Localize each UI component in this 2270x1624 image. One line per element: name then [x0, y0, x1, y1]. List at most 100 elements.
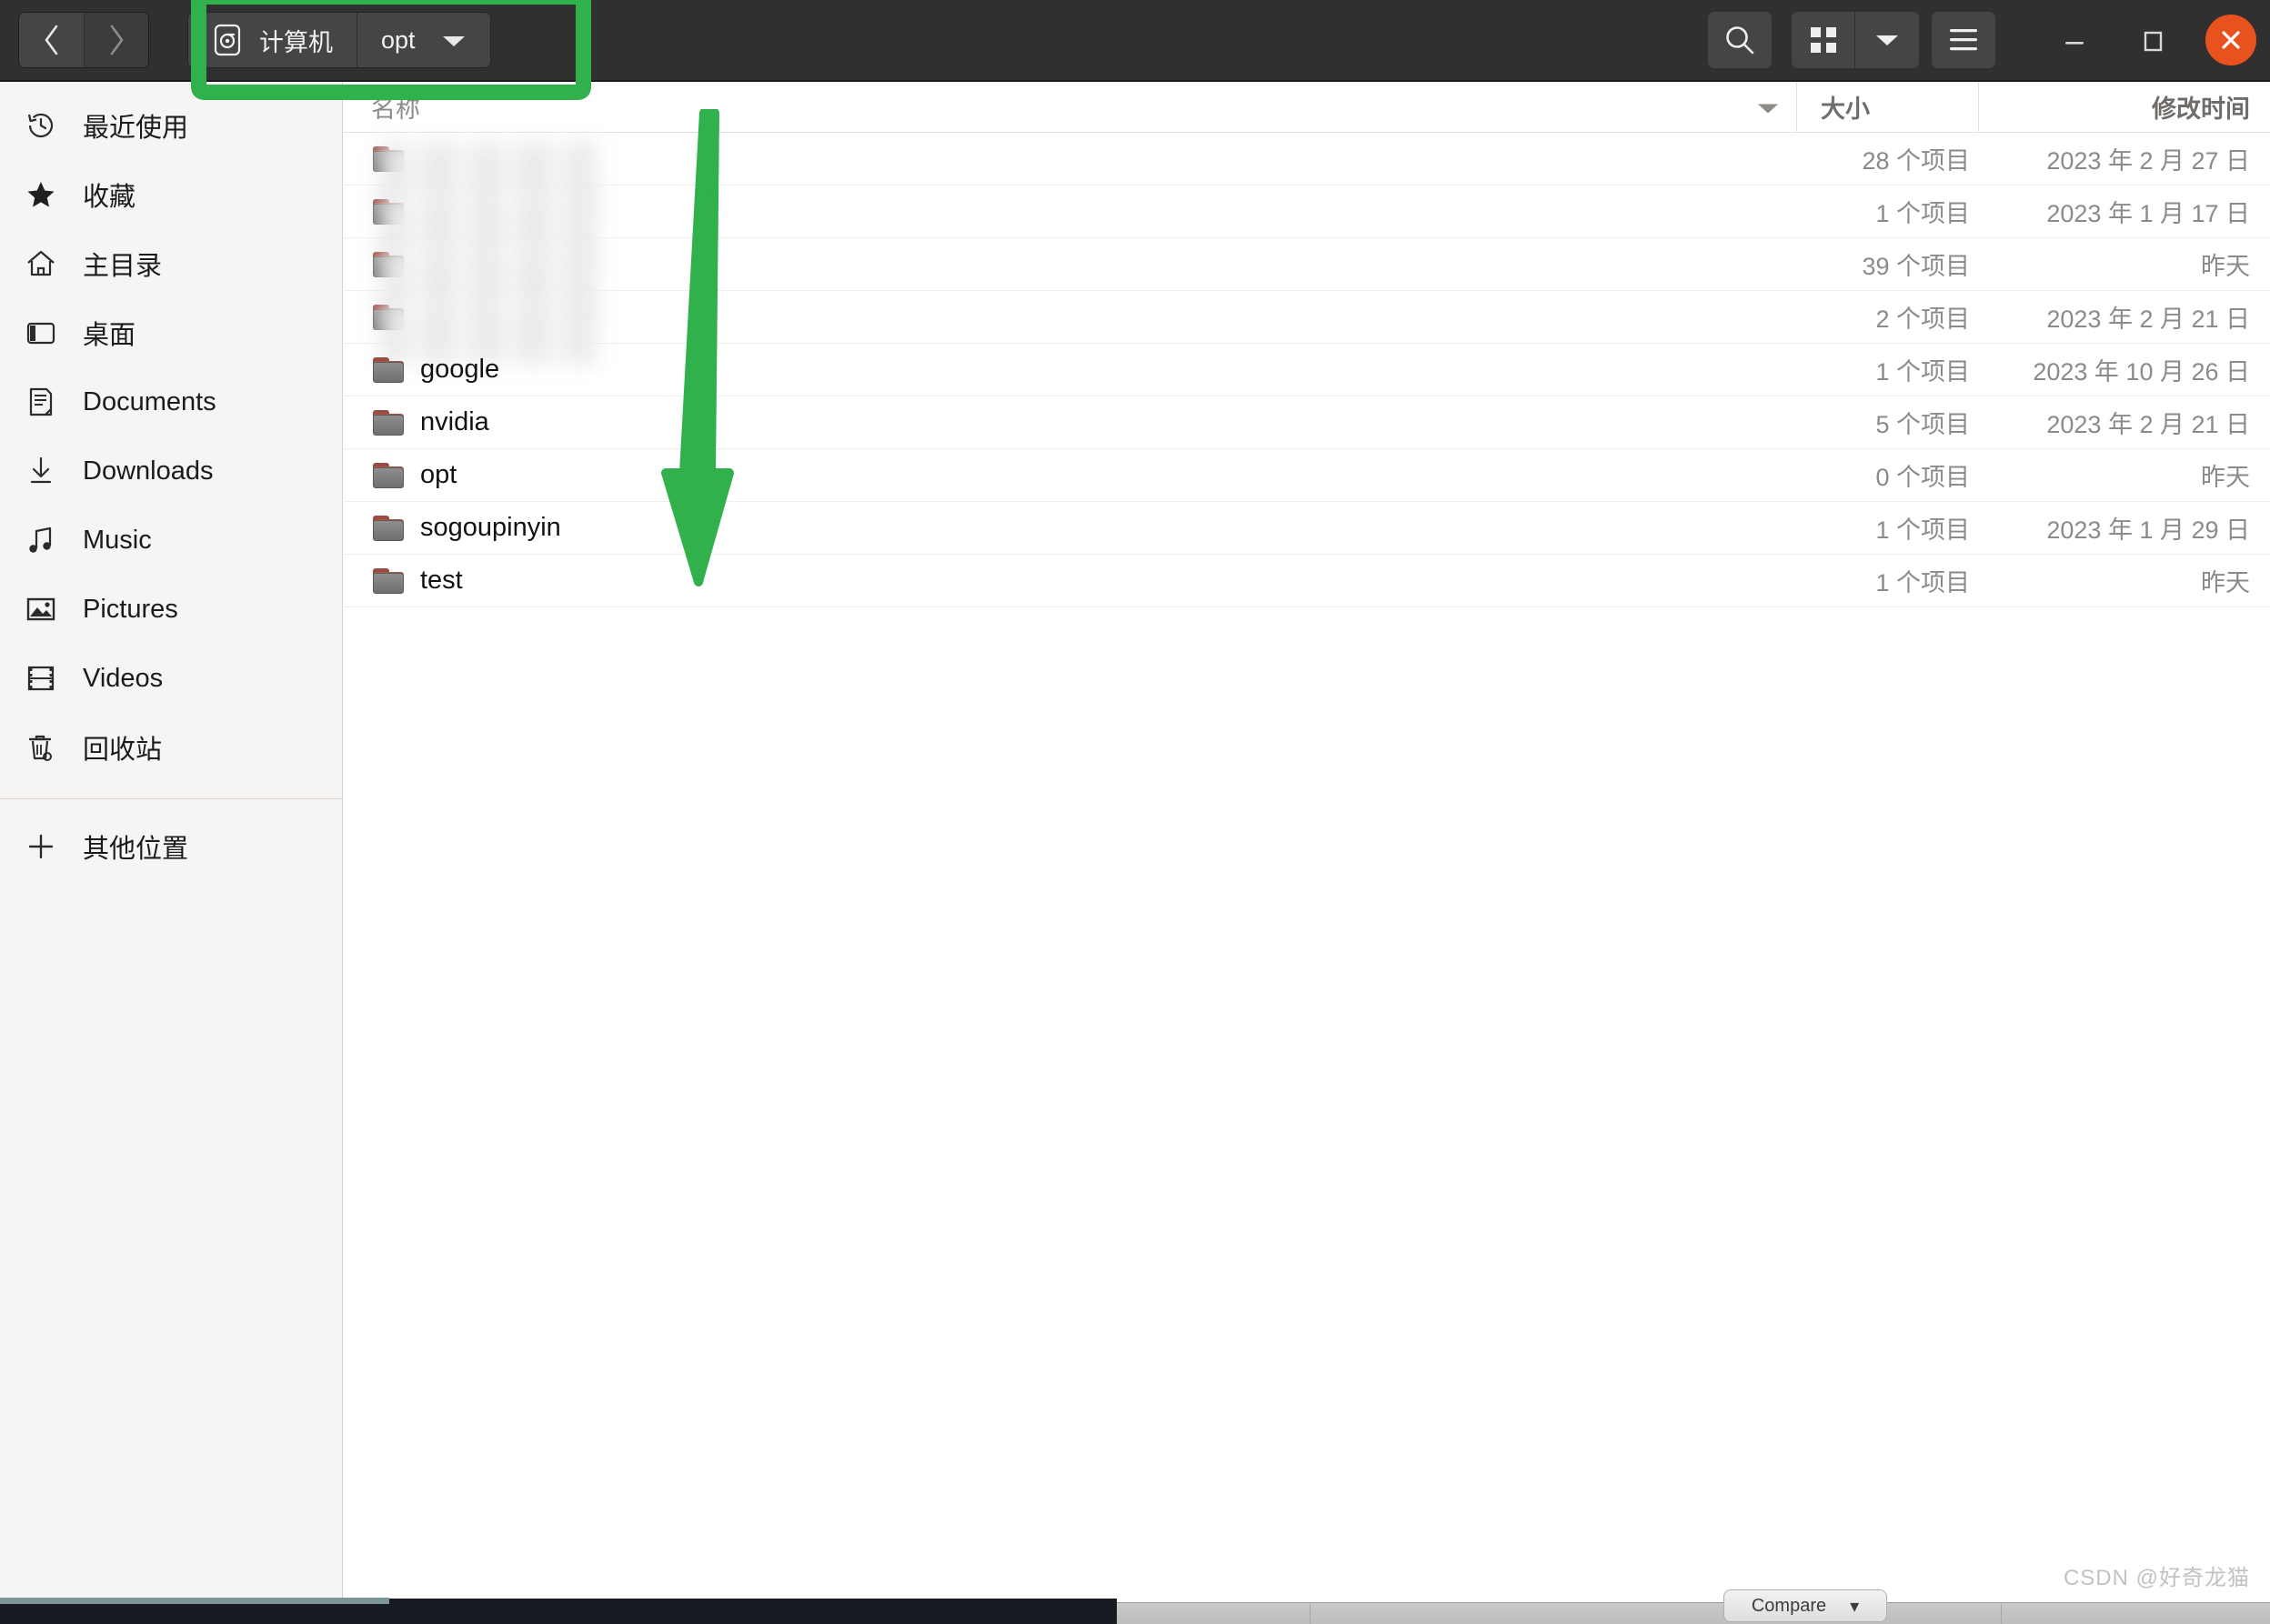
taskbar-gray-segment	[1117, 1602, 2270, 1624]
file-size-cell: 28 个项目	[1862, 147, 1970, 175]
path-button-current[interactable]: opt	[357, 13, 490, 67]
table-row[interactable]: opt 0 个项目 昨天	[344, 449, 2270, 502]
taskbar-separator	[2001, 1602, 2002, 1624]
sidebar-item-label: 最近使用	[83, 114, 189, 143]
search-button[interactable]	[1708, 12, 1772, 68]
main-menu-button[interactable]	[1932, 12, 1995, 68]
sidebar-item-downloads[interactable]: Downloads	[0, 436, 342, 506]
folder-icon	[373, 304, 404, 330]
sidebar-item-recent[interactable]: 最近使用	[0, 91, 342, 160]
column-header-size-label: 大小	[1821, 95, 1870, 123]
maximize-icon	[2144, 31, 2163, 52]
file-modified-cell: 2023 年 2 月 21 日	[2046, 306, 2250, 333]
file-size-cell: 1 个项目	[1875, 200, 1970, 227]
chevron-left-icon	[45, 25, 57, 55]
file-list-view: 名称 大小 修改时间 28 个项目 2023 年 2 月 27 日 1 个项目 202…	[344, 82, 2270, 1624]
column-header-modified[interactable]: 修改时间	[1979, 82, 2270, 132]
file-name-cell	[344, 193, 1797, 259]
path-button-computer-label: 计算机	[259, 28, 333, 56]
document-icon	[23, 384, 59, 420]
file-name-cell	[344, 246, 1797, 312]
film-icon	[23, 660, 59, 697]
search-icon	[1726, 26, 1754, 55]
star-icon	[23, 176, 59, 213]
file-modified-cell: 昨天	[2201, 253, 2250, 280]
titlebar: 计算机 opt	[0, 0, 2270, 82]
trash-icon	[23, 729, 59, 766]
desktop-icon	[23, 315, 59, 351]
sidebar: 最近使用 收藏 主目录 桌面 Documents Downloads Music…	[0, 82, 343, 1624]
minimize-button[interactable]	[2035, 0, 2114, 80]
sidebar-item-label: Pictures	[83, 594, 178, 624]
path-button-computer[interactable]: 计算机	[188, 13, 357, 67]
sidebar-divider	[0, 798, 342, 799]
sidebar-item-label: Music	[83, 525, 152, 555]
file-modified-cell: 昨天	[2201, 464, 2250, 491]
sidebar-item-videos[interactable]: Videos	[0, 644, 342, 713]
path-bar: 计算机 opt	[187, 12, 491, 68]
close-button[interactable]	[2192, 0, 2270, 80]
file-size-cell: 5 个项目	[1875, 411, 1970, 438]
forward-button[interactable]	[84, 13, 148, 67]
close-icon	[2222, 31, 2240, 49]
column-header-size[interactable]: 大小	[1797, 82, 1979, 132]
table-row[interactable]: 28 个项目 2023 年 2 月 27 日	[344, 133, 2270, 206]
folder-icon	[373, 567, 404, 594]
sidebar-item-home[interactable]: 主目录	[0, 229, 342, 298]
sidebar-item-music[interactable]: Music	[0, 506, 342, 575]
folder-icon	[373, 251, 404, 277]
back-button[interactable]	[19, 13, 84, 67]
table-row[interactable]: sogoupinyin 1 个项目 2023 年 1 月 29 日	[344, 502, 2270, 555]
file-name-cell: opt	[344, 460, 1797, 490]
file-name-label: opt	[420, 460, 457, 489]
compare-dropdown-button[interactable]: Compare ▾	[1723, 1589, 1887, 1622]
folder-icon	[373, 145, 404, 172]
column-header-name[interactable]: 名称	[344, 82, 1797, 132]
sidebar-item-label: 其他位置	[83, 835, 189, 864]
file-modified-cell: 2023 年 2 月 21 日	[2046, 411, 2250, 438]
sidebar-item-desktop[interactable]: 桌面	[0, 298, 342, 367]
plus-icon	[23, 828, 59, 865]
compare-dropdown-label: Compare	[1751, 1595, 1827, 1616]
table-row[interactable]: nvidia 5 个项目 2023 年 2 月 21 日	[344, 396, 2270, 449]
sidebar-item-label: Videos	[83, 663, 164, 693]
file-name-label: test	[420, 566, 463, 595]
file-modified-cell: 2023 年 2 月 27 日	[2046, 147, 2250, 175]
column-header-modified-label: 修改时间	[2152, 95, 2250, 123]
table-row[interactable]: 39 个项目 昨天	[344, 238, 2270, 312]
close-button-circle	[2205, 15, 2256, 65]
table-row[interactable]: google 1 个项目 2023 年 10 月 26 日	[344, 344, 2270, 396]
taskbar-teal-accent	[0, 1598, 389, 1604]
folder-icon	[373, 409, 404, 436]
chevron-down-icon: ▾	[1850, 1596, 1860, 1617]
table-row[interactable]: test 1 个项目 昨天	[344, 555, 2270, 607]
file-list-column-headers: 名称 大小 修改时间	[344, 82, 2270, 133]
sidebar-item-pictures[interactable]: Pictures	[0, 575, 342, 644]
file-size-cell: 1 个项目	[1875, 516, 1970, 544]
grid-view-button[interactable]	[1792, 12, 1855, 68]
chevron-right-icon	[110, 25, 124, 55]
folder-icon	[373, 515, 404, 541]
file-name-cell: google	[344, 355, 1797, 385]
table-row[interactable]: 1 个项目 2023 年 1 月 17 日	[344, 185, 2270, 259]
file-name-cell	[344, 298, 1797, 365]
file-size-cell: 2 个项目	[1875, 306, 1970, 333]
picture-icon	[23, 591, 59, 627]
sidebar-item-documents[interactable]: Documents	[0, 367, 342, 436]
maximize-button[interactable]	[2114, 0, 2192, 80]
sidebar-item-starred[interactable]: 收藏	[0, 160, 342, 229]
sidebar-places-list: 最近使用 收藏 主目录 桌面 Documents Downloads Music…	[0, 82, 342, 881]
folder-icon	[373, 198, 404, 225]
file-modified-cell: 2023 年 1 月 17 日	[2046, 200, 2250, 227]
grid-view-icon	[1810, 27, 1836, 53]
history-clock-icon	[23, 107, 59, 144]
sidebar-item-label: Downloads	[83, 456, 214, 486]
view-options-dropdown-button[interactable]	[1855, 12, 1919, 68]
path-button-current-label: opt	[381, 25, 416, 54]
sidebar-item-trash[interactable]: 回收站	[0, 713, 342, 782]
file-list-rows: 28 个项目 2023 年 2 月 27 日 1 个项目 2023 年 1 月 17 …	[344, 133, 2270, 607]
folder-icon	[373, 356, 404, 383]
table-row[interactable]: 2 个项目 2023 年 2 月 21 日	[344, 291, 2270, 365]
file-size-cell: 39 个项目	[1862, 253, 1970, 280]
sidebar-item-other-locations[interactable]: 其他位置	[0, 812, 342, 881]
